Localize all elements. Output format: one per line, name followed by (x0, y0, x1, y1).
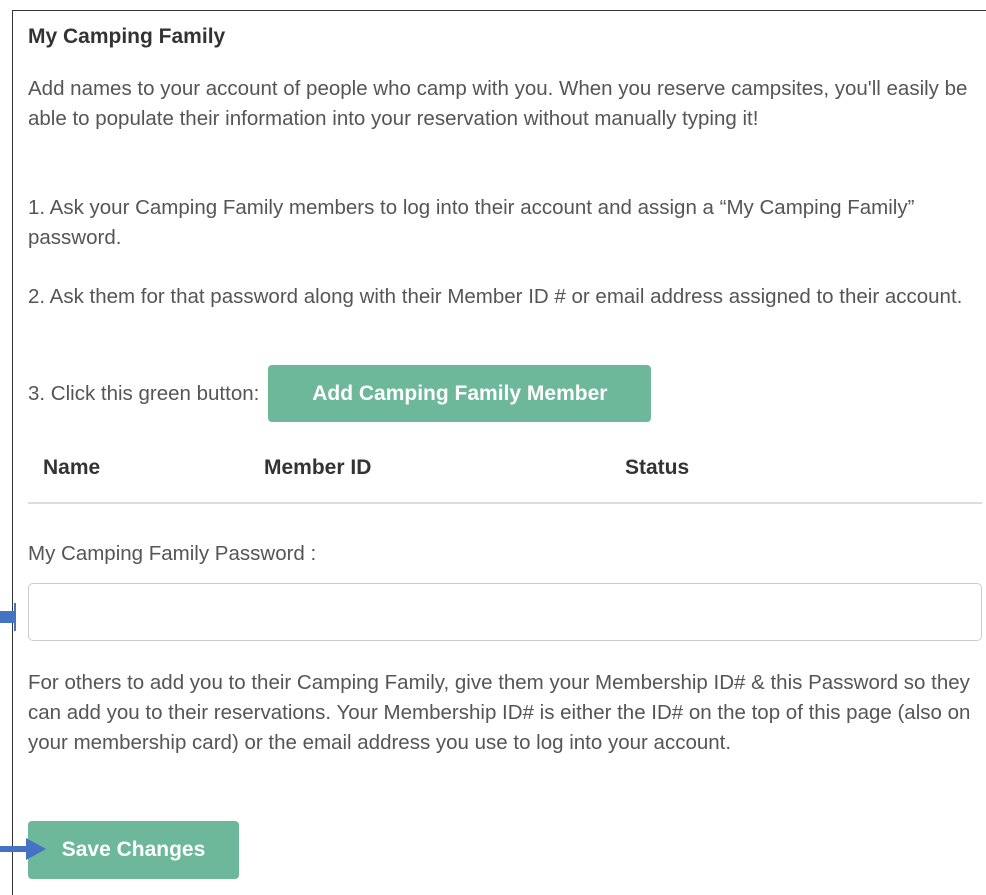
password-help-text: For others to add you to their Camping F… (28, 671, 971, 754)
intro-text: Add names to your account of people who … (28, 77, 968, 130)
password-label: My Camping Family Password : (28, 542, 317, 565)
add-camping-family-member-button[interactable]: Add Camping Family Member (268, 365, 652, 422)
arrow-right-icon (0, 603, 16, 631)
column-header-name: Name (43, 456, 101, 479)
section-title: My Camping Family (28, 25, 226, 48)
arrow-right-icon (0, 838, 46, 860)
family-members-table-header: Name Member ID Status (28, 452, 982, 504)
step-1-text: 1. Ask your Camping Family members to lo… (28, 196, 915, 249)
column-header-status: Status (625, 456, 690, 479)
step-3-row: 3. Click this green button: Add Camping … (28, 365, 652, 422)
save-changes-button[interactable]: Save Changes (28, 821, 239, 879)
camping-family-password-input[interactable] (28, 583, 982, 641)
step-2-text: 2. Ask them for that password along with… (28, 285, 963, 308)
camping-family-panel: My Camping Family Add names to your acco… (12, 10, 986, 895)
column-header-member-id: Member ID (264, 456, 372, 479)
step-3-label: 3. Click this green button: (28, 381, 260, 405)
